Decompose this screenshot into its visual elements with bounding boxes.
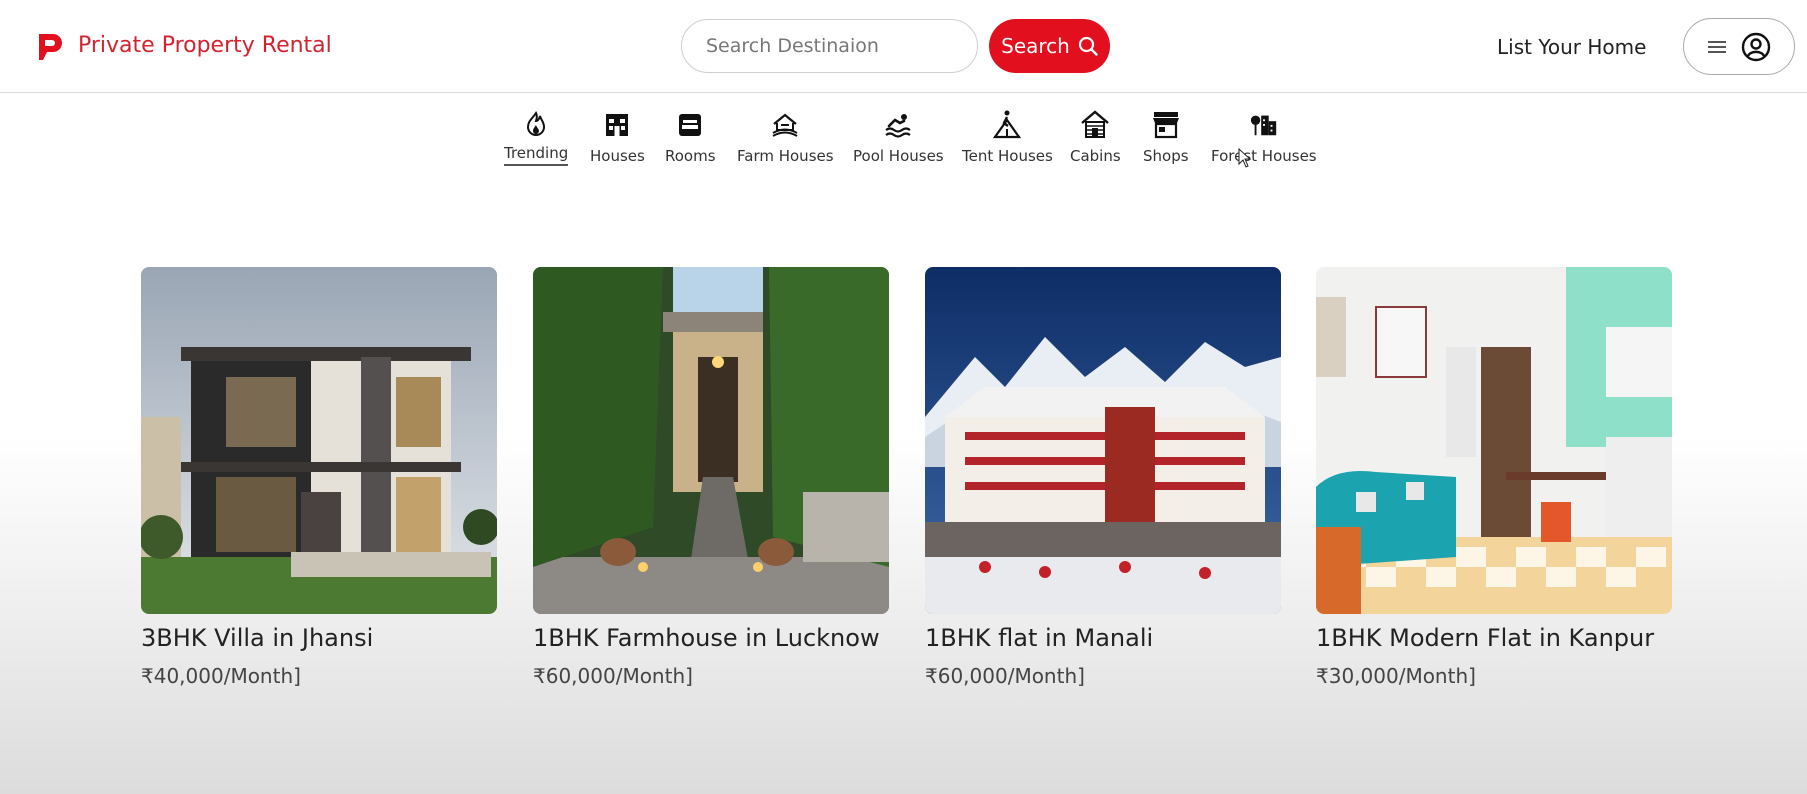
listing-photo-kanpur[interactable] (1316, 267, 1672, 614)
category-rooms[interactable]: Rooms (665, 108, 716, 165)
listing-card[interactable]: 1BHK flat in Manali ₹60,000/Month] (925, 267, 1281, 688)
category-label: Shops (1143, 147, 1189, 165)
category-forest-houses[interactable]: Forest Houses (1211, 108, 1317, 165)
search-icon (1078, 36, 1098, 56)
category-label: Pool Houses (853, 147, 944, 165)
search-button-label: Search (1001, 34, 1070, 58)
listing-card[interactable]: 1BHK Modern Flat in Kanpur ₹30,000/Month… (1316, 267, 1672, 688)
listing-price: ₹40,000/Month] (141, 664, 301, 688)
house-icon (602, 108, 632, 140)
category-pool-houses[interactable]: Pool Houses (853, 108, 944, 165)
hamburger-icon (1707, 39, 1727, 55)
category-label: Trending (504, 144, 569, 166)
top-nav: Private Property Rental Search List Your… (0, 0, 1807, 93)
category-label: Forest Houses (1211, 147, 1317, 165)
category-label: Cabins (1070, 147, 1121, 165)
listing-price: ₹60,000/Month] (925, 664, 1085, 688)
listing-card[interactable]: 1BHK Farmhouse in Lucknow ₹60,000/Month] (533, 267, 889, 688)
user-avatar-icon (1741, 32, 1771, 62)
search-button[interactable]: Search (989, 19, 1110, 73)
listing-title[interactable]: 1BHK Farmhouse in Lucknow (533, 624, 889, 652)
swimming-icon (883, 108, 913, 140)
forest-house-icon (1249, 108, 1279, 140)
mouse-cursor-icon (1238, 148, 1252, 168)
listing-photo-manali[interactable] (925, 267, 1281, 614)
category-label: Tent Houses (962, 147, 1053, 165)
listing-title[interactable]: 1BHK flat in Manali (925, 624, 1281, 652)
search-input[interactable] (681, 19, 978, 73)
category-label: Houses (590, 147, 645, 165)
category-trending[interactable]: Trending (504, 108, 569, 166)
shop-icon (1151, 108, 1181, 140)
farm-house-icon (770, 108, 800, 140)
cabin-icon (1080, 108, 1110, 140)
listing-photo-villa[interactable] (141, 267, 497, 614)
listing-title[interactable]: 1BHK Modern Flat in Kanpur (1316, 624, 1672, 652)
tent-icon (992, 108, 1022, 140)
listing-price: ₹60,000/Month] (533, 664, 693, 688)
brand-name[interactable]: Private Property Rental (78, 33, 332, 58)
bed-icon (675, 108, 705, 140)
user-menu-button[interactable] (1683, 18, 1795, 75)
flame-icon (521, 108, 551, 140)
listing-card[interactable]: 3BHK Villa in Jhansi ₹40,000/Month] (141, 267, 497, 688)
listing-photo-farmhouse[interactable] (533, 267, 889, 614)
list-your-home-link[interactable]: List Your Home (1497, 35, 1646, 59)
brand-logo-icon[interactable] (36, 32, 66, 62)
category-cabins[interactable]: Cabins (1070, 108, 1121, 165)
listing-price: ₹30,000/Month] (1316, 664, 1476, 688)
category-farm-houses[interactable]: Farm Houses (737, 108, 834, 165)
category-tent-houses[interactable]: Tent Houses (962, 108, 1053, 165)
category-label: Rooms (665, 147, 716, 165)
listing-title[interactable]: 3BHK Villa in Jhansi (141, 624, 497, 652)
category-label: Farm Houses (737, 147, 834, 165)
category-houses[interactable]: Houses (590, 108, 645, 165)
category-shops[interactable]: Shops (1143, 108, 1189, 165)
